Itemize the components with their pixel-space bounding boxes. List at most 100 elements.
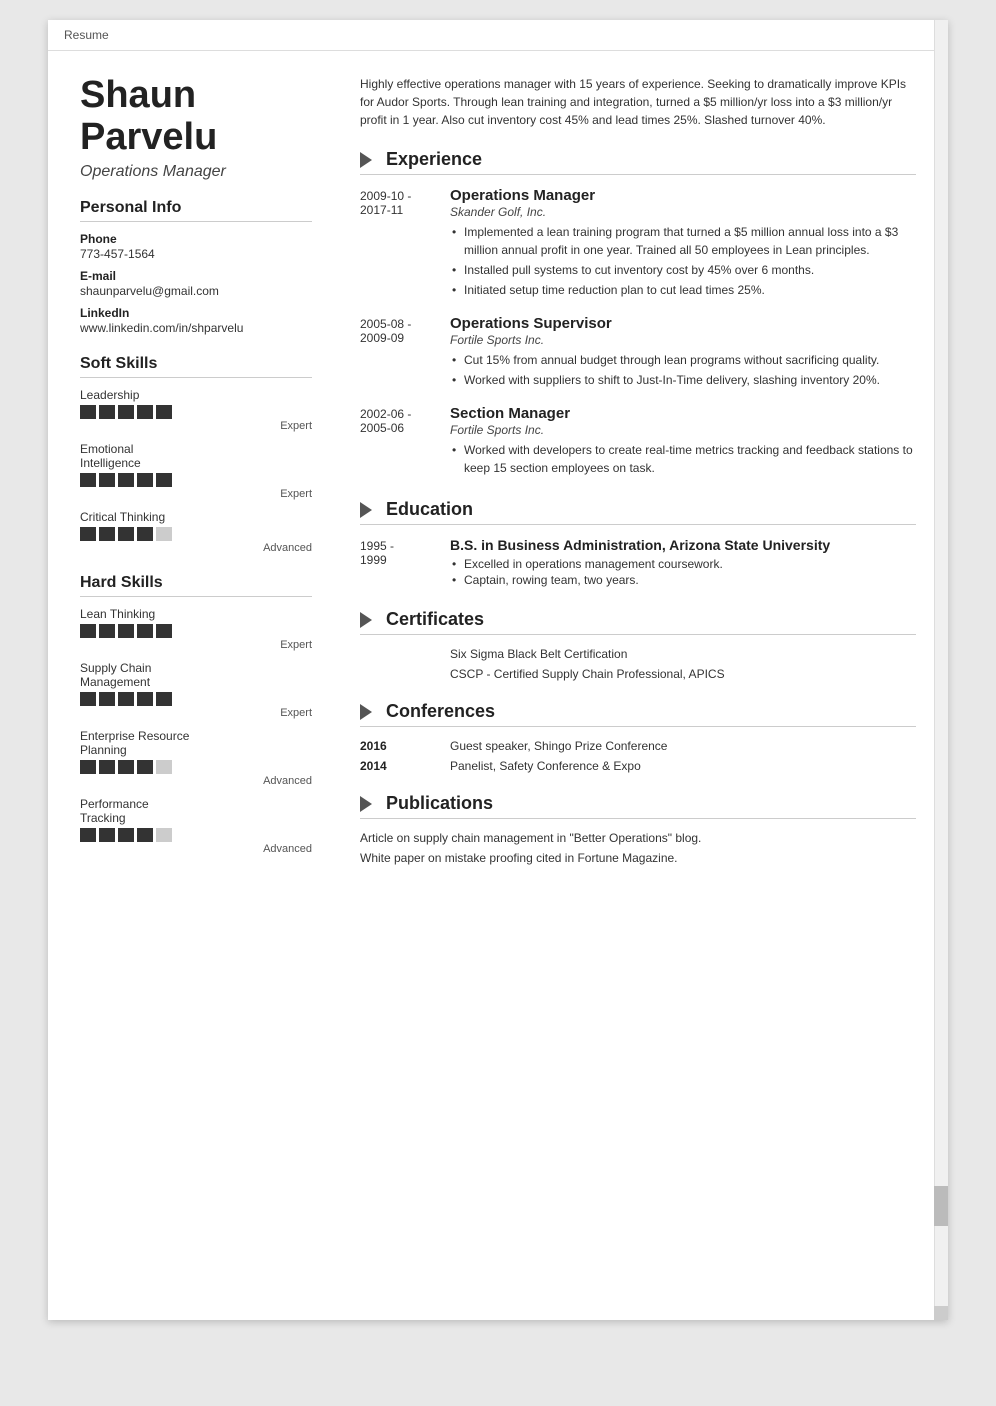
sq bbox=[137, 527, 153, 541]
skill-name: Lean Thinking bbox=[80, 607, 312, 621]
conf-row-2: 2014 Panelist, Safety Conference & Expo bbox=[360, 759, 916, 773]
list-item: Captain, rowing team, two years. bbox=[450, 573, 916, 587]
exp-row-3: 2002-06 -2005-06 Section Manager Fortile… bbox=[360, 405, 916, 479]
skill-level: Advanced bbox=[80, 843, 312, 855]
skill-bar-row bbox=[80, 473, 312, 487]
sq bbox=[80, 527, 96, 541]
hard-skills-heading: Hard Skills bbox=[80, 574, 312, 597]
exp-company: Fortile Sports Inc. bbox=[450, 333, 916, 347]
sq bbox=[99, 760, 115, 774]
scrollbar-thumb[interactable] bbox=[934, 1186, 948, 1226]
certificates-heading: Certificates bbox=[360, 609, 916, 635]
edu-title: B.S. in Business Administration, Arizona… bbox=[450, 537, 916, 553]
name-section: Shaun Parvelu Operations Manager bbox=[80, 75, 312, 181]
phone-value: 773-457-1564 bbox=[80, 247, 312, 261]
skill-level: Expert bbox=[80, 707, 312, 719]
skill-level: Expert bbox=[80, 488, 312, 500]
education-heading: Education bbox=[360, 499, 916, 525]
publications-heading-text: Publications bbox=[386, 793, 493, 814]
list-item: Implemented a lean training program that… bbox=[450, 223, 916, 259]
certificates-section: Certificates Six Sigma Black Belt Certif… bbox=[360, 609, 916, 681]
personal-info-heading: Personal Info bbox=[80, 199, 312, 222]
soft-skills-section: Soft Skills Leadership Expert bbox=[80, 355, 312, 554]
edu-row-1: 1995 -1999 B.S. in Business Administrati… bbox=[360, 537, 916, 589]
sq bbox=[137, 405, 153, 419]
edu-bullets: Excelled in operations management course… bbox=[450, 557, 916, 587]
scrollbar-corner bbox=[934, 1306, 948, 1320]
exp-content: Operations Supervisor Fortile Sports Inc… bbox=[450, 315, 916, 391]
sq bbox=[118, 760, 134, 774]
conf-desc: Panelist, Safety Conference & Expo bbox=[450, 759, 641, 773]
experience-icon bbox=[360, 152, 372, 168]
conferences-section: Conferences 2016 Guest speaker, Shingo P… bbox=[360, 701, 916, 773]
exp-content: Section Manager Fortile Sports Inc. Work… bbox=[450, 405, 916, 479]
top-bar: Resume bbox=[48, 20, 948, 51]
education-icon bbox=[360, 502, 372, 518]
skill-squares bbox=[80, 624, 172, 638]
sq bbox=[137, 760, 153, 774]
exp-job-title: Operations Manager bbox=[450, 187, 916, 204]
pub-item-1: Article on supply chain management in "B… bbox=[360, 831, 916, 845]
linkedin-label: LinkedIn bbox=[80, 306, 312, 320]
experience-heading-text: Experience bbox=[386, 149, 482, 170]
skill-level: Expert bbox=[80, 639, 312, 651]
phone-label: Phone bbox=[80, 232, 312, 246]
sq bbox=[156, 405, 172, 419]
skill-level: Expert bbox=[80, 420, 312, 432]
summary-text: Highly effective operations manager with… bbox=[360, 75, 916, 129]
sq-empty bbox=[156, 760, 172, 774]
exp-bullets: Implemented a lean training program that… bbox=[450, 223, 916, 299]
exp-company: Fortile Sports Inc. bbox=[450, 423, 916, 437]
skill-level: Advanced bbox=[80, 775, 312, 787]
certificates-heading-text: Certificates bbox=[386, 609, 484, 630]
exp-bullets: Worked with developers to create real-ti… bbox=[450, 441, 916, 477]
resume-page: Resume Shaun Parvelu Operations Manager … bbox=[48, 20, 948, 1320]
sq bbox=[118, 527, 134, 541]
sq-empty bbox=[156, 527, 172, 541]
sq bbox=[156, 624, 172, 638]
skill-leadership: Leadership Expert bbox=[80, 388, 312, 432]
sq bbox=[99, 692, 115, 706]
scrollbar-track[interactable] bbox=[934, 20, 948, 1306]
skill-squares bbox=[80, 828, 172, 842]
exp-row-2: 2005-08 -2009-09 Operations Supervisor F… bbox=[360, 315, 916, 391]
skill-erp: Enterprise ResourcePlanning Advanced bbox=[80, 729, 312, 787]
skill-bar-row bbox=[80, 692, 312, 706]
exp-company: Skander Golf, Inc. bbox=[450, 205, 916, 219]
exp-content: Operations Manager Skander Golf, Inc. Im… bbox=[450, 187, 916, 301]
skill-bar-row bbox=[80, 624, 312, 638]
candidate-title: Operations Manager bbox=[80, 163, 312, 181]
skill-bar-row bbox=[80, 828, 312, 842]
sq bbox=[80, 760, 96, 774]
skill-bar-row bbox=[80, 405, 312, 419]
linkedin-value: www.linkedin.com/in/shparvelu bbox=[80, 321, 312, 335]
publications-section: Publications Article on supply chain man… bbox=[360, 793, 916, 865]
list-item: Worked with suppliers to shift to Just-I… bbox=[450, 371, 916, 389]
sq bbox=[118, 624, 134, 638]
sq bbox=[99, 828, 115, 842]
hard-skills-section: Hard Skills Lean Thinking Expert bbox=[80, 574, 312, 855]
skill-name: EmotionalIntelligence bbox=[80, 442, 312, 470]
exp-dates: 2009-10 -2017-11 bbox=[360, 187, 450, 301]
sq-empty bbox=[156, 828, 172, 842]
education-heading-text: Education bbox=[386, 499, 473, 520]
certificates-icon bbox=[360, 612, 372, 628]
sq bbox=[118, 473, 134, 487]
education-section: Education 1995 -1999 B.S. in Business Ad… bbox=[360, 499, 916, 589]
exp-bullets: Cut 15% from annual budget through lean … bbox=[450, 351, 916, 389]
cert-item-1: Six Sigma Black Belt Certification bbox=[360, 647, 916, 661]
email-value: shaunparvelu@gmail.com bbox=[80, 284, 312, 298]
conf-year: 2016 bbox=[360, 739, 450, 753]
soft-skills-heading: Soft Skills bbox=[80, 355, 312, 378]
conf-year: 2014 bbox=[360, 759, 450, 773]
sq bbox=[118, 828, 134, 842]
pub-item-2: White paper on mistake proofing cited in… bbox=[360, 851, 916, 865]
cert-item-2: CSCP - Certified Supply Chain Profession… bbox=[360, 667, 916, 681]
exp-dates: 2002-06 -2005-06 bbox=[360, 405, 450, 479]
list-item: Cut 15% from annual budget through lean … bbox=[450, 351, 916, 369]
skill-squares bbox=[80, 473, 172, 487]
sq bbox=[80, 405, 96, 419]
conferences-icon bbox=[360, 704, 372, 720]
skill-bar-row bbox=[80, 760, 312, 774]
sq bbox=[156, 473, 172, 487]
